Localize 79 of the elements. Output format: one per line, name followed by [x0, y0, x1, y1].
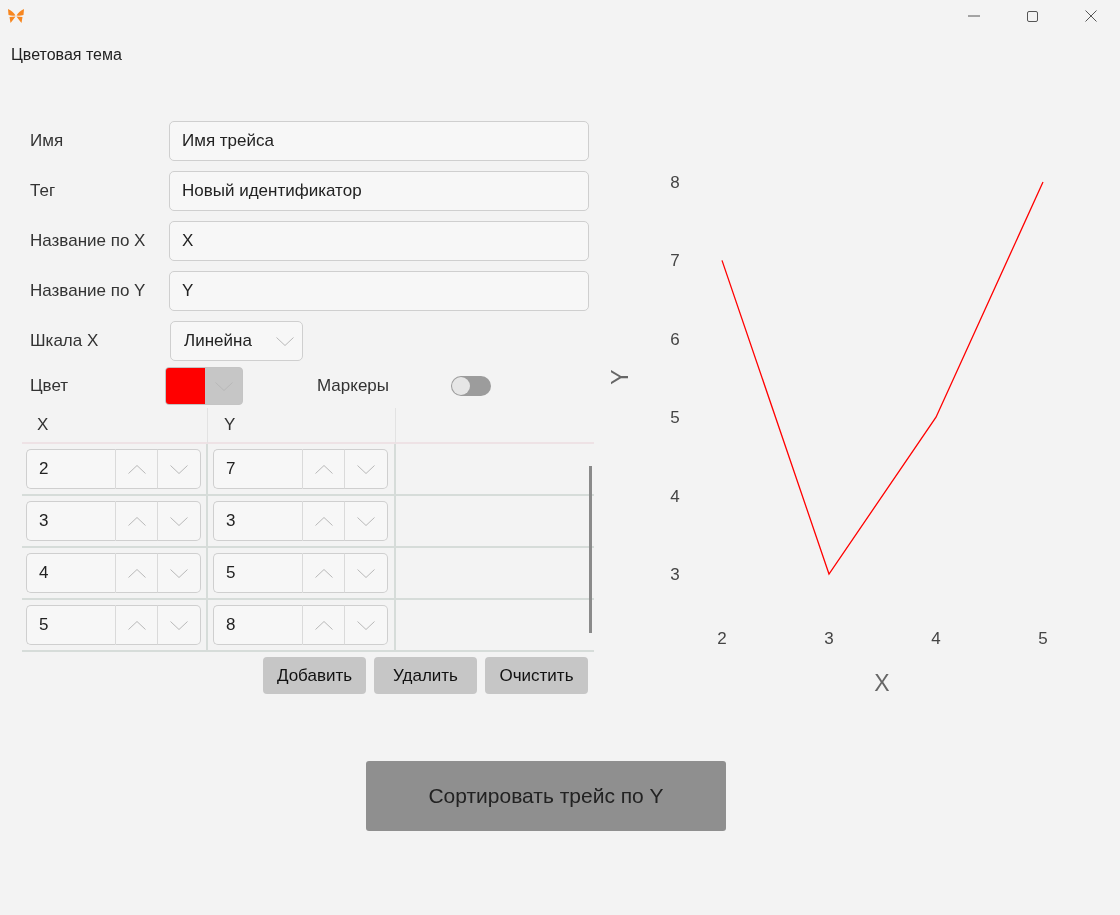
number-field[interactable]: 4 — [26, 553, 116, 593]
chevron-down-icon — [170, 620, 188, 630]
number-field[interactable]: 5 — [26, 605, 116, 645]
increment-button[interactable] — [303, 605, 345, 645]
text-input-field[interactable]: Имя трейса — [169, 121, 589, 161]
table-action-button[interactable]: Добавить — [263, 657, 366, 694]
decrement-button[interactable] — [158, 605, 201, 645]
y-tick-label: 6 — [670, 329, 680, 349]
column-header: X — [22, 408, 208, 444]
number-field[interactable]: 8 — [213, 605, 303, 645]
decrement-button[interactable] — [345, 501, 388, 541]
text-input-field[interactable]: X — [169, 221, 589, 261]
maximize-icon — [1026, 10, 1038, 22]
x-tick-label: 5 — [1038, 629, 1048, 648]
x-tick-label: 2 — [717, 629, 727, 648]
chevron-down-icon — [170, 516, 188, 526]
scale-dropdown[interactable]: Линейна — [170, 321, 303, 361]
text-input-field[interactable]: Новый идентификатор — [169, 171, 589, 211]
increment-button[interactable] — [303, 501, 345, 541]
number-field[interactable]: 3 — [26, 501, 116, 541]
field-label: Тег — [29, 180, 57, 203]
number-field[interactable]: 7 — [213, 449, 303, 489]
field-label: Имя — [29, 130, 65, 153]
chevron-down-icon — [357, 620, 375, 630]
number-field[interactable]: 3 — [213, 501, 303, 541]
x-axis-title: X — [874, 670, 890, 696]
text-input-field[interactable]: Y — [169, 271, 589, 311]
field-label: Название по Y — [29, 280, 147, 303]
y-axis-title: Y — [607, 369, 633, 385]
increment-button[interactable] — [116, 501, 158, 541]
minimize-icon — [968, 15, 980, 17]
chevron-up-icon — [127, 620, 146, 630]
increment-button[interactable] — [303, 553, 345, 593]
chevron-up-icon — [127, 464, 146, 474]
sort-button[interactable]: Сортировать трейс по Y — [366, 761, 726, 831]
decrement-button[interactable] — [345, 553, 388, 593]
chevron-down-icon — [357, 516, 375, 526]
chevron-down-icon — [276, 336, 294, 346]
chevron-down-icon — [357, 464, 375, 474]
decrement-button[interactable] — [158, 501, 201, 541]
decrement-button[interactable] — [158, 553, 201, 593]
field-label: Цвет — [29, 375, 70, 398]
chevron-up-icon — [314, 516, 333, 526]
table-action-button[interactable]: Удалить — [374, 657, 477, 694]
chevron-down-icon — [170, 568, 188, 578]
chevron-up-icon — [127, 516, 146, 526]
y-tick-label: 5 — [670, 408, 680, 428]
field-label: Маркеры — [317, 375, 391, 398]
increment-button[interactable] — [116, 553, 158, 593]
color-theme-menu[interactable]: Цветовая тема — [11, 44, 122, 66]
table-action-button[interactable]: Очистить — [485, 657, 588, 694]
y-tick-label: 3 — [670, 565, 680, 584]
close-icon — [1085, 10, 1097, 22]
decrement-button[interactable] — [158, 449, 201, 489]
x-tick-label: 3 — [824, 629, 834, 648]
increment-button[interactable] — [303, 449, 345, 489]
butterfly-logo-icon — [8, 9, 24, 23]
number-field[interactable]: 2 — [26, 449, 116, 489]
toggle-switch[interactable] — [451, 376, 491, 396]
increment-button[interactable] — [116, 449, 158, 489]
scrollbar[interactable] — [589, 466, 592, 633]
chevron-up-icon — [314, 620, 333, 630]
increment-button[interactable] — [116, 605, 158, 645]
x-tick-label: 4 — [931, 629, 941, 648]
field-label: Шкала X — [29, 330, 100, 353]
chevron-up-icon — [127, 568, 146, 578]
decrement-button[interactable] — [345, 605, 388, 645]
chevron-down-icon — [357, 568, 375, 578]
field-label: Название по X — [29, 230, 147, 253]
y-tick-label: 7 — [670, 251, 680, 271]
column-header: Y — [208, 408, 396, 444]
y-tick-label: 8 — [670, 173, 680, 192]
chevron-up-icon — [314, 464, 333, 474]
chevron-down-icon — [170, 464, 188, 474]
chevron-up-icon — [314, 568, 333, 578]
y-tick-label: 4 — [670, 486, 680, 506]
number-field[interactable]: 5 — [213, 553, 303, 593]
decrement-button[interactable] — [345, 449, 388, 489]
color-picker[interactable] — [165, 367, 243, 405]
